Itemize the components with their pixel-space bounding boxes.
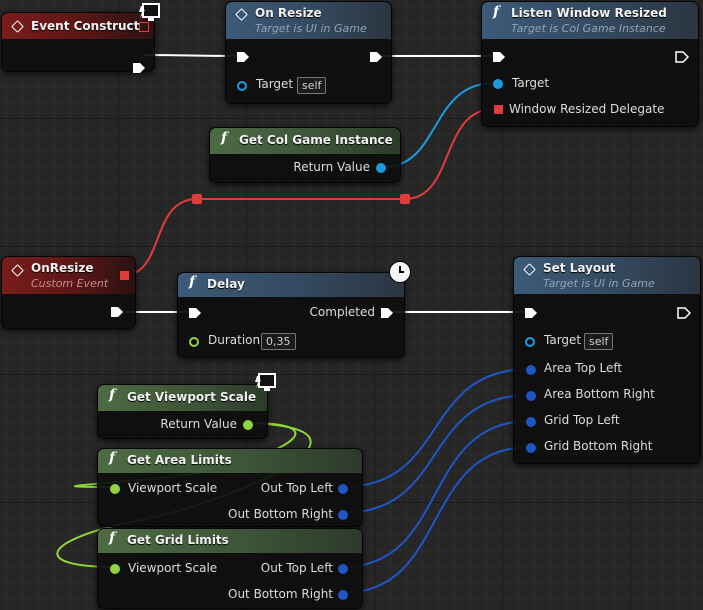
target-self-field[interactable]: self xyxy=(297,77,327,94)
node-title: Event Construct xyxy=(31,19,140,33)
return-value-pin[interactable] xyxy=(243,420,253,430)
exec-output-pin[interactable] xyxy=(132,62,146,74)
exec-output-pin[interactable] xyxy=(369,51,383,63)
out-top-left-label: Out Top Left xyxy=(260,481,333,495)
client-only-monitor-icon xyxy=(255,373,276,391)
on-resize-custom-event-node[interactable]: OnResize Custom Event xyxy=(1,256,136,329)
function-f-icon: f xyxy=(109,450,116,466)
return-value-label: Return Value xyxy=(160,417,237,431)
completed-exec-output-pin[interactable] xyxy=(380,307,394,319)
out-top-left-pin[interactable] xyxy=(338,484,348,494)
viewport-scale-input-pin[interactable] xyxy=(110,564,120,574)
target-self-field[interactable]: self xyxy=(584,333,614,350)
node-subtitle: Custom Event xyxy=(31,277,109,290)
node-title: OnResize xyxy=(31,261,94,275)
exec-input-pin[interactable] xyxy=(524,307,538,319)
duration-input-pin[interactable] xyxy=(189,337,199,347)
node-title: Delay xyxy=(207,277,245,291)
viewport-scale-label: Viewport Scale xyxy=(128,561,218,575)
get-area-limits-node[interactable]: f Get Area Limits Viewport Scale Out Top… xyxy=(97,448,363,527)
node-title: On Resize xyxy=(255,6,322,20)
struct-wire-area-tl xyxy=(341,368,531,488)
get-grid-limits-node[interactable]: f Get Grid Limits Viewport Scale Out Top… xyxy=(97,528,363,609)
delegate-input-pin[interactable] xyxy=(494,105,503,114)
delegate-label: Window Resized Delegate xyxy=(509,102,665,116)
clock-icon xyxy=(389,261,411,283)
exec-output-pin[interactable] xyxy=(110,306,124,318)
exec-input-pin[interactable] xyxy=(492,51,506,63)
struct-wire-grid-br xyxy=(341,446,531,594)
reroute-knot-left[interactable] xyxy=(192,194,202,204)
grid-top-left-label: Grid Top Left xyxy=(544,413,620,427)
node-subtitle: Target is UI in Game xyxy=(543,277,655,290)
viewport-scale-input-pin[interactable] xyxy=(110,484,120,494)
node-title: Set Layout xyxy=(543,261,616,275)
exec-output-pin[interactable] xyxy=(675,51,689,63)
get-viewport-scale-node[interactable]: f Get Viewport Scale Return Value xyxy=(97,384,268,439)
exec-input-pin[interactable] xyxy=(236,51,250,63)
area-bottom-right-pin[interactable] xyxy=(526,391,536,401)
struct-wire-area-br xyxy=(341,394,531,514)
reroute-knot-right[interactable] xyxy=(400,194,410,204)
duration-field[interactable]: 0,35 xyxy=(261,333,296,350)
grid-bottom-right-pin[interactable] xyxy=(526,443,536,453)
on-resize-call-node[interactable]: On Resize Target is UI in Game Target se… xyxy=(225,1,392,104)
delay-node[interactable]: f Delay Completed Duration 0,35 xyxy=(177,272,405,358)
get-col-game-instance-node[interactable]: f Get Col Game Instance Return Value xyxy=(209,127,401,183)
event-construct-node[interactable]: Event Construct xyxy=(1,12,155,74)
target-label: Target xyxy=(256,77,294,91)
target-input-pin[interactable] xyxy=(237,81,247,91)
node-title: Get Viewport Scale xyxy=(127,390,257,404)
client-only-monitor-icon xyxy=(139,3,160,21)
area-top-left-label: Area Top Left xyxy=(544,361,623,375)
out-bottom-right-label: Out Bottom Right xyxy=(228,587,333,601)
node-title: Get Area Limits xyxy=(127,453,232,467)
function-f-icon: f xyxy=(189,274,196,290)
out-bottom-right-pin[interactable] xyxy=(338,590,348,600)
area-bottom-right-label: Area Bottom Right xyxy=(544,387,655,401)
node-title: Get Grid Limits xyxy=(127,533,229,547)
target-label: Target xyxy=(512,76,550,90)
completed-label: Completed xyxy=(309,305,375,319)
function-f-icon: f xyxy=(109,387,116,403)
function-f-icon: f xyxy=(493,4,500,20)
struct-wire-grid-tl xyxy=(341,420,531,568)
area-top-left-pin[interactable] xyxy=(526,365,536,375)
set-layout-node[interactable]: Set Layout Target is UI in Game Target s… xyxy=(513,256,701,464)
listen-window-resized-node[interactable]: f Listen Window Resized Target is Col Ga… xyxy=(481,1,699,127)
return-value-label: Return Value xyxy=(293,160,370,174)
out-top-left-pin[interactable] xyxy=(338,564,348,574)
delegate-output-pin[interactable] xyxy=(120,271,129,280)
grid-top-left-pin[interactable] xyxy=(526,417,536,427)
target-input-pin[interactable] xyxy=(525,337,535,347)
grid-bottom-right-label: Grid Bottom Right xyxy=(544,439,653,453)
exec-input-pin[interactable] xyxy=(188,307,202,319)
duration-label: Duration xyxy=(208,333,261,347)
out-bottom-right-label: Out Bottom Right xyxy=(228,507,333,521)
function-f-icon: f xyxy=(109,530,116,546)
node-title: Listen Window Resized xyxy=(511,6,667,20)
function-f-icon: f xyxy=(221,130,228,146)
viewport-scale-label: Viewport Scale xyxy=(128,481,218,495)
node-title: Get Col Game Instance xyxy=(239,133,393,147)
out-bottom-right-pin[interactable] xyxy=(338,510,348,520)
node-subtitle: Target is Col Game Instance xyxy=(511,22,666,35)
return-value-pin[interactable] xyxy=(376,163,386,173)
exec-output-pin[interactable] xyxy=(677,307,691,319)
target-label: Target xyxy=(544,333,582,347)
node-subtitle: Target is UI in Game xyxy=(255,22,367,35)
out-top-left-label: Out Top Left xyxy=(260,561,333,575)
target-input-pin[interactable] xyxy=(493,79,503,89)
